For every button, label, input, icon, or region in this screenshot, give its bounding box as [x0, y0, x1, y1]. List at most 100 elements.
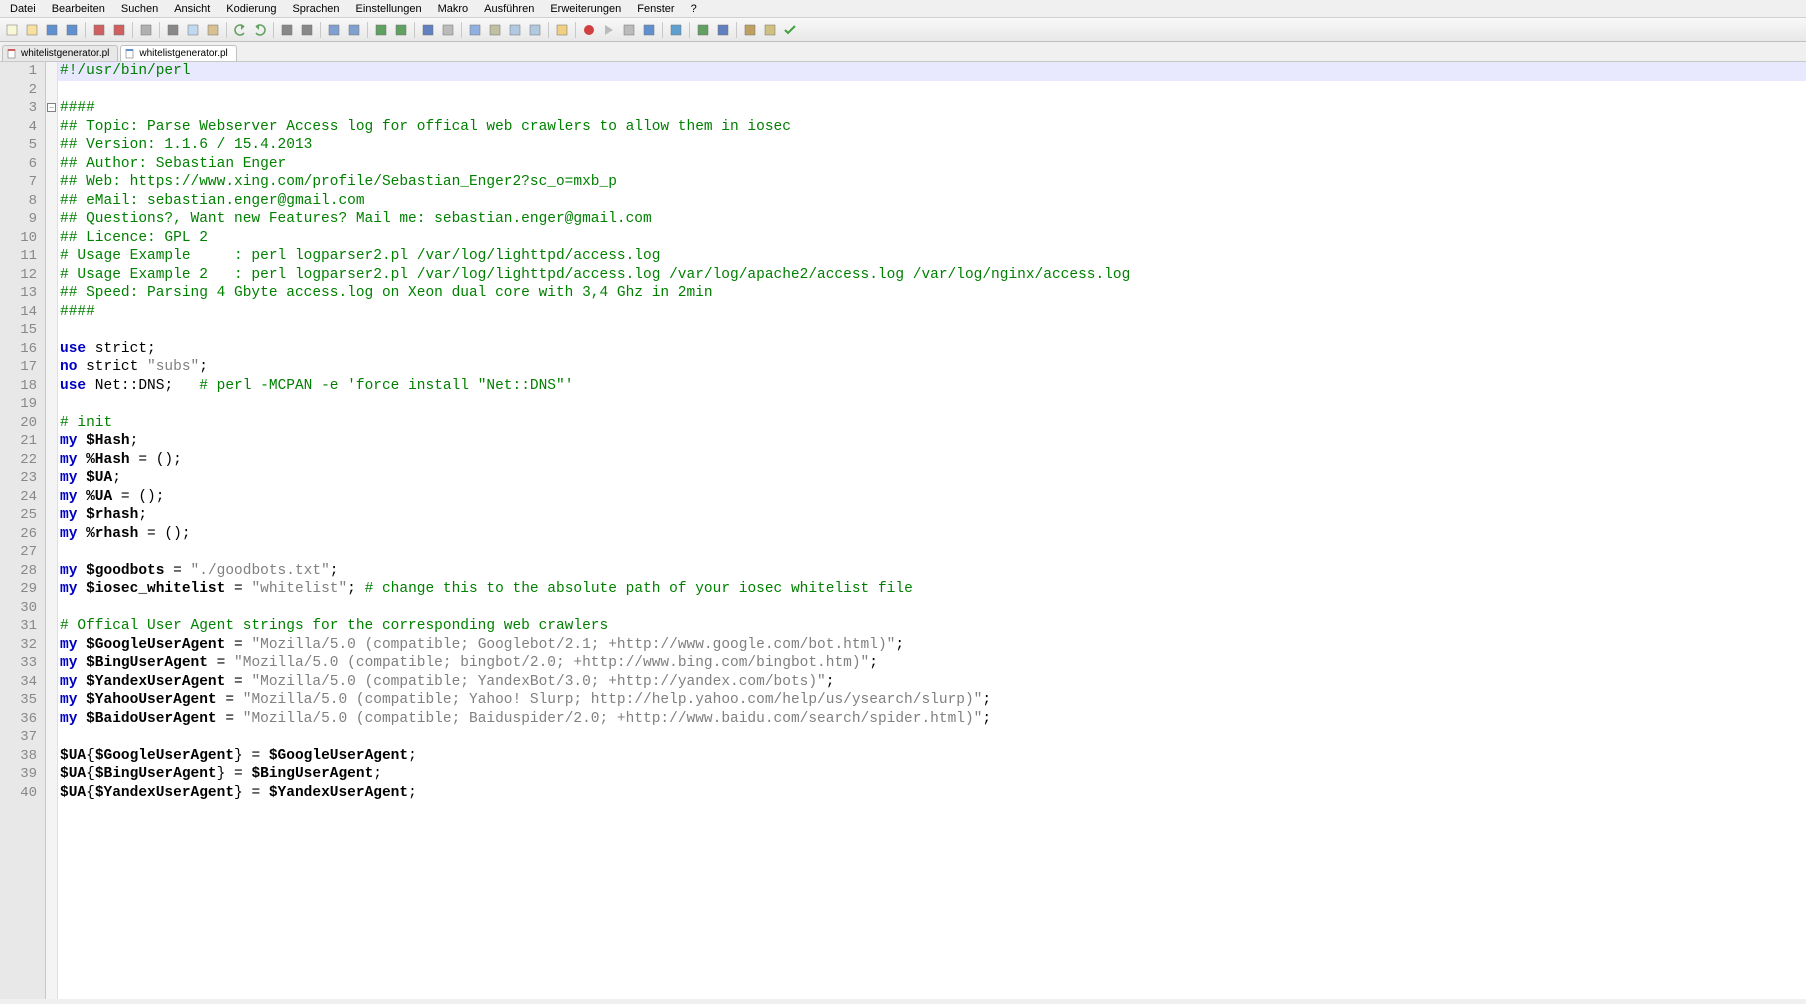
code-line[interactable] — [58, 543, 1806, 562]
code-line[interactable]: ## Version: 1.1.6 / 15.4.2013 — [58, 136, 1806, 155]
save-icon[interactable] — [43, 21, 61, 39]
code-line[interactable]: # Usage Example 2 : perl logparser2.pl /… — [58, 266, 1806, 285]
menu-makro[interactable]: Makro — [430, 2, 477, 16]
indent-icon[interactable] — [714, 21, 732, 39]
code-line[interactable]: ## Web: https://www.xing.com/profile/Seb… — [58, 173, 1806, 192]
code-line[interactable]: my $goodbots = "./goodbots.txt"; — [58, 562, 1806, 581]
tab-label: whitelistgenerator.pl — [139, 48, 227, 59]
code-line[interactable]: ## eMail: sebastian.enger@gmail.com — [58, 192, 1806, 211]
misc-icon[interactable] — [761, 21, 779, 39]
code-line[interactable]: ## Topic: Parse Webserver Access log for… — [58, 118, 1806, 137]
code-line[interactable]: no strict "subs"; — [58, 358, 1806, 377]
open-icon[interactable] — [23, 21, 41, 39]
find-icon[interactable] — [278, 21, 296, 39]
code-line[interactable]: my %Hash = (); — [58, 451, 1806, 470]
code-area[interactable]: #!/usr/bin/perl###### Topic: Parse Webse… — [58, 62, 1806, 999]
code-line[interactable] — [58, 728, 1806, 747]
zoom-in-icon[interactable] — [325, 21, 343, 39]
code-line[interactable]: ## Licence: GPL 2 — [58, 229, 1806, 248]
code-line[interactable]: $UA{$BingUserAgent} = $BingUserAgent; — [58, 765, 1806, 784]
paste-icon[interactable] — [204, 21, 222, 39]
code-line[interactable]: # init — [58, 414, 1806, 433]
code-line[interactable]: ## Questions?, Want new Features? Mail m… — [58, 210, 1806, 229]
code-line[interactable]: #### — [58, 303, 1806, 322]
menu-bearbeiten[interactable]: Bearbeiten — [44, 2, 113, 16]
line-number: 27 — [0, 543, 45, 562]
code-line[interactable]: my $BingUserAgent = "Mozilla/5.0 (compat… — [58, 654, 1806, 673]
sync-h-icon[interactable] — [392, 21, 410, 39]
play-multi-icon[interactable] — [620, 21, 638, 39]
menu-?[interactable]: ? — [683, 2, 705, 16]
code-line[interactable]: # Usage Example : perl logparser2.pl /va… — [58, 247, 1806, 266]
line-number: 13 — [0, 284, 45, 303]
menu-ansicht[interactable]: Ansicht — [166, 2, 218, 16]
show-all-icon[interactable] — [439, 21, 457, 39]
play-icon[interactable] — [600, 21, 618, 39]
code-line[interactable]: my $GoogleUserAgent = "Mozilla/5.0 (comp… — [58, 636, 1806, 655]
code-line[interactable] — [58, 599, 1806, 618]
code-line[interactable]: $UA{$GoogleUserAgent} = $GoogleUserAgent… — [58, 747, 1806, 766]
indent-right-icon[interactable] — [667, 21, 685, 39]
func-list-icon[interactable] — [526, 21, 544, 39]
wordwrap-icon[interactable] — [419, 21, 437, 39]
code-line[interactable] — [58, 395, 1806, 414]
code-line[interactable]: ## Author: Sebastian Enger — [58, 155, 1806, 174]
line-number-gutter[interactable]: 1234567891011121314151617181920212223242… — [0, 62, 46, 999]
code-line[interactable]: my $Hash; — [58, 432, 1806, 451]
save-macro-icon[interactable] — [640, 21, 658, 39]
line-number: 19 — [0, 395, 45, 414]
code-line[interactable]: my $BaidoUserAgent = "Mozilla/5.0 (compa… — [58, 710, 1806, 729]
doc-map-icon[interactable] — [506, 21, 524, 39]
fold-slot — [46, 714, 57, 733]
indent-guide-icon[interactable] — [466, 21, 484, 39]
check-icon[interactable] — [781, 21, 799, 39]
menu-fenster[interactable]: Fenster — [629, 2, 682, 16]
fold-toggle[interactable]: − — [47, 103, 56, 112]
undo-icon[interactable] — [231, 21, 249, 39]
fold-margin[interactable]: − — [46, 62, 58, 999]
new-icon[interactable] — [3, 21, 21, 39]
code-line[interactable]: use strict; — [58, 340, 1806, 359]
record-icon[interactable] — [580, 21, 598, 39]
code-line[interactable]: my %rhash = (); — [58, 525, 1806, 544]
menu-suchen[interactable]: Suchen — [113, 2, 166, 16]
code-line[interactable] — [58, 321, 1806, 340]
fold-slot: − — [46, 103, 57, 122]
cut-icon[interactable] — [164, 21, 182, 39]
code-line[interactable]: my $YandexUserAgent = "Mozilla/5.0 (comp… — [58, 673, 1806, 692]
code-line[interactable]: $UA{$YandexUserAgent} = $YandexUserAgent… — [58, 784, 1806, 803]
code-line[interactable] — [58, 81, 1806, 100]
print-icon[interactable] — [137, 21, 155, 39]
outdent-icon[interactable] — [694, 21, 712, 39]
code-line[interactable]: # Offical User Agent strings for the cor… — [58, 617, 1806, 636]
menu-erweiterungen[interactable]: Erweiterungen — [542, 2, 629, 16]
tab-0[interactable]: whitelistgenerator.pl — [2, 45, 118, 61]
code-line[interactable]: #### — [58, 99, 1806, 118]
sync-v-icon[interactable] — [372, 21, 390, 39]
code-line[interactable]: my $iosec_whitelist = "whitelist"; # cha… — [58, 580, 1806, 599]
code-line[interactable]: my %UA = (); — [58, 488, 1806, 507]
menu-einstellungen[interactable]: Einstellungen — [348, 2, 430, 16]
close-icon[interactable] — [90, 21, 108, 39]
close-all-icon[interactable] — [110, 21, 128, 39]
folder-icon[interactable] — [553, 21, 571, 39]
replace-icon[interactable] — [298, 21, 316, 39]
tab-1[interactable]: whitelistgenerator.pl — [120, 45, 236, 61]
menu-kodierung[interactable]: Kodierung — [218, 2, 284, 16]
lang-icon[interactable] — [486, 21, 504, 39]
code-line[interactable]: my $YahooUserAgent = "Mozilla/5.0 (compa… — [58, 691, 1806, 710]
menu-ausführen[interactable]: Ausführen — [476, 2, 542, 16]
redo-icon[interactable] — [251, 21, 269, 39]
code-line[interactable]: my $UA; — [58, 469, 1806, 488]
save-all-icon[interactable] — [63, 21, 81, 39]
copy-icon[interactable] — [184, 21, 202, 39]
code-line[interactable]: use Net::DNS; # perl -MCPAN -e 'force in… — [58, 377, 1806, 396]
menu-sprachen[interactable]: Sprachen — [284, 2, 347, 16]
zoom-out-icon[interactable] — [345, 21, 363, 39]
code-line[interactable]: #!/usr/bin/perl — [58, 62, 1806, 81]
toolbar-separator — [689, 22, 690, 38]
code-line[interactable]: my $rhash; — [58, 506, 1806, 525]
code-line[interactable]: ## Speed: Parsing 4 Gbyte access.log on … — [58, 284, 1806, 303]
comment-icon[interactable] — [741, 21, 759, 39]
menu-datei[interactable]: Datei — [2, 2, 44, 16]
